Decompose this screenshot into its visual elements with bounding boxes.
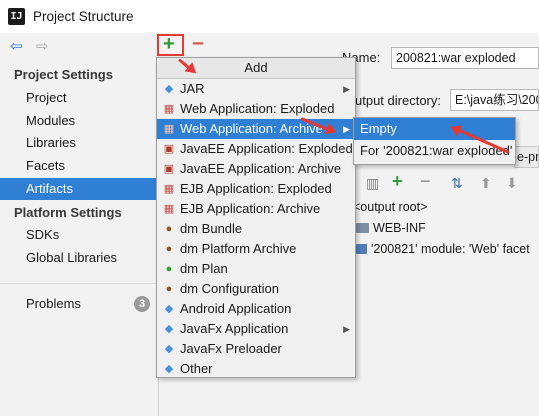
add-artifact-menu: Add ◆ JAR ▶ ▦ Web Application: Exploded ▦ We… [156,57,356,378]
platform-settings-header: Platform Settings [14,205,122,220]
menu-item-javafx-application[interactable]: ◆ JavaFx Application ▶ [157,319,355,339]
menu-item-web-exploded[interactable]: ▦ Web Application: Exploded [157,99,355,119]
menu-item-dm-platform-archive[interactable]: ● dm Platform Archive [157,239,355,259]
menu-item-dm-configuration[interactable]: ● dm Configuration [157,279,355,299]
output-layout-tab[interactable]: e-pr [514,146,539,168]
move-up-icon[interactable]: ⬆ [480,175,492,192]
menu-item-label: dm Plan [180,261,228,276]
module-icon [356,244,367,254]
menu-item-label: dm Configuration [180,281,279,296]
sidebar-item-problems[interactable]: Problems 3 [0,293,158,315]
sidebar-item-modules[interactable]: Modules [0,110,158,132]
menu-item-label: EJB Application: Exploded [180,181,332,196]
project-settings-header: Project Settings [14,67,113,82]
problems-count-badge: 3 [134,296,150,312]
layout-remove-icon[interactable]: − [420,171,431,192]
menu-item-jar[interactable]: ◆ JAR ▶ [157,79,355,99]
sort-icon[interactable]: ⇅ [451,175,463,192]
menu-item-android-application[interactable]: ◆ Android Application [157,299,355,319]
menu-item-label: JavaFx Application [180,321,289,336]
dm-icon: ● [165,283,173,295]
folder-icon [356,223,369,233]
tree-module-facet-label: '200821' module: 'Web' facet [371,242,530,256]
sidebar-item-sdks[interactable]: SDKs [0,224,158,246]
diamond-icon: ◆ [164,83,174,95]
sidebar-item-global-libraries[interactable]: Global Libraries [0,247,158,269]
sidebar-item-facets[interactable]: Facets [0,155,158,177]
layout-add-icon[interactable]: + [392,171,403,192]
diamond-icon: ◆ [164,303,174,315]
menu-item-label: JavaEE Application: Exploded [180,141,353,156]
name-field[interactable]: 200821:war exploded [391,47,539,69]
sidebar-item-artifacts[interactable]: Artifacts [0,178,158,200]
move-down-icon[interactable]: ⬇ [506,175,518,192]
submenu-arrow-icon: ▶ [343,324,350,334]
ejb-icon: ▦ [163,183,175,195]
ejb-icon: ▦ [163,203,175,215]
dm-icon: ● [165,223,173,235]
menu-item-label: Web Application: Exploded [180,101,335,116]
submenu-item-empty[interactable]: Empty [354,118,515,140]
menu-item-label: Android Application [180,301,292,316]
web-archive-submenu: Empty For '200821:war exploded' [353,117,516,165]
submenu-arrow-icon: ▶ [343,124,350,134]
intellij-app-icon: IJ [8,8,25,25]
title-bar: IJ Project Structure [0,0,539,33]
menu-item-ejb-archive[interactable]: ▦ EJB Application: Archive [157,199,355,219]
archive-icon[interactable]: ▥ [366,175,379,192]
sidebar-divider [0,283,158,284]
menu-item-other[interactable]: ◆ Other [157,359,355,379]
menu-item-label: dm Bundle [180,221,243,236]
diamond-icon: ◆ [164,363,174,375]
sidebar-item-libraries[interactable]: Libraries [0,132,158,154]
back-arrow-icon[interactable]: ⇦ [10,38,23,56]
tree-module-facet[interactable]: '200821' module: 'Web' facet [356,242,530,256]
menu-item-javaee-archive[interactable]: ▣ JavaEE Application: Archive [157,159,355,179]
menu-item-label: JAR [180,81,205,96]
javaee-icon: ▣ [163,143,175,155]
menu-item-label: JavaFx Preloader [180,341,282,356]
javaee-icon: ▣ [163,163,175,175]
menu-item-javaee-exploded[interactable]: ▣ JavaEE Application: Exploded [157,139,355,159]
web-app-icon: ▦ [163,103,175,115]
tree-web-inf[interactable]: WEB-INF [356,221,426,235]
forward-arrow-icon[interactable]: ⇨ [36,38,49,56]
submenu-arrow-icon: ▶ [343,84,350,94]
menu-item-label: JavaEE Application: Archive [180,161,342,176]
menu-item-dm-bundle[interactable]: ● dm Bundle [157,219,355,239]
diamond-icon: ◆ [164,343,174,355]
tree-web-inf-label: WEB-INF [373,221,426,235]
remove-icon[interactable]: − [192,33,204,56]
problems-label: Problems [26,296,81,311]
sidebar: ⇦ ⇨ Project Settings Project Modules Lib… [0,33,159,416]
dm-plan-icon: ● [165,263,173,275]
menu-item-label: Other [180,361,213,376]
menu-item-javafx-preloader[interactable]: ◆ JavaFx Preloader [157,339,355,359]
add-icon[interactable]: + [163,33,175,56]
sidebar-item-project[interactable]: Project [0,87,158,109]
web-app-icon: ▦ [163,123,175,135]
menu-item-ejb-exploded[interactable]: ▦ EJB Application: Exploded [157,179,355,199]
diamond-icon: ◆ [164,323,174,335]
window-title: Project Structure [33,9,134,24]
dm-icon: ● [165,243,173,255]
menu-item-dm-plan[interactable]: ● dm Plan [157,259,355,279]
tree-output-root[interactable]: <output root> [353,200,427,214]
menu-item-label: dm Platform Archive [180,241,297,256]
menu-item-label: Web Application: Archive [180,121,323,136]
output-directory-field[interactable]: E:\java练习\20082 [450,89,539,111]
output-directory-label: utput directory: [355,93,441,108]
menu-item-label: EJB Application: Archive [180,201,321,216]
